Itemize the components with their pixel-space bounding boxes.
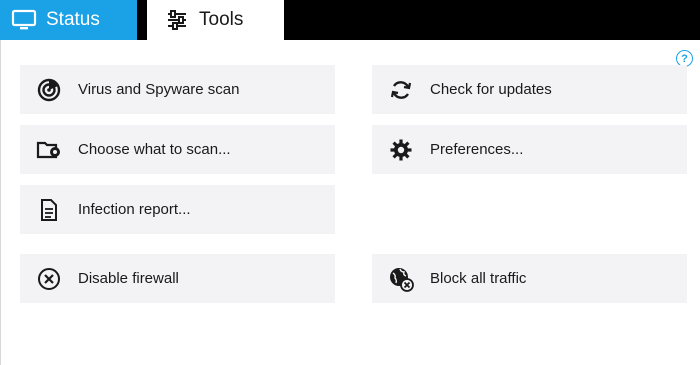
virus-spyware-scan-label: Virus and Spyware scan xyxy=(78,81,240,98)
circle-x-icon xyxy=(36,266,62,292)
folder-scan-icon xyxy=(36,137,62,163)
disable-firewall-label: Disable firewall xyxy=(78,270,179,287)
sliders-icon xyxy=(163,6,191,34)
tab-status[interactable]: Status xyxy=(0,0,137,40)
choose-what-to-scan-button[interactable]: Choose what to scan... xyxy=(20,125,335,174)
content-divider xyxy=(0,40,1,365)
tab-bar: Status Tools xyxy=(0,0,700,40)
block-all-traffic-label: Block all traffic xyxy=(430,270,527,287)
virus-spyware-scan-button[interactable]: Virus and Spyware scan xyxy=(20,65,335,114)
tab-tools-label: Tools xyxy=(199,9,244,30)
globe-block-icon xyxy=(388,266,414,292)
help-icon: ? xyxy=(681,52,688,65)
choose-what-to-scan-label: Choose what to scan... xyxy=(78,141,231,158)
document-icon xyxy=(36,197,62,223)
infection-report-button[interactable]: Infection report... xyxy=(20,185,335,234)
monitor-icon xyxy=(10,6,38,34)
infection-report-label: Infection report... xyxy=(78,201,191,218)
block-all-traffic-button[interactable]: Block all traffic xyxy=(372,254,687,303)
check-for-updates-button[interactable]: Check for updates xyxy=(372,65,687,114)
disable-firewall-button[interactable]: Disable firewall xyxy=(20,254,335,303)
preferences-label: Preferences... xyxy=(430,141,524,158)
tab-tools[interactable]: Tools xyxy=(147,0,284,40)
refresh-icon xyxy=(388,77,414,103)
scan-radar-icon xyxy=(36,77,62,103)
preferences-button[interactable]: Preferences... xyxy=(372,125,687,174)
gear-icon xyxy=(388,137,414,163)
check-for-updates-label: Check for updates xyxy=(430,81,552,98)
tab-status-label: Status xyxy=(46,9,100,30)
